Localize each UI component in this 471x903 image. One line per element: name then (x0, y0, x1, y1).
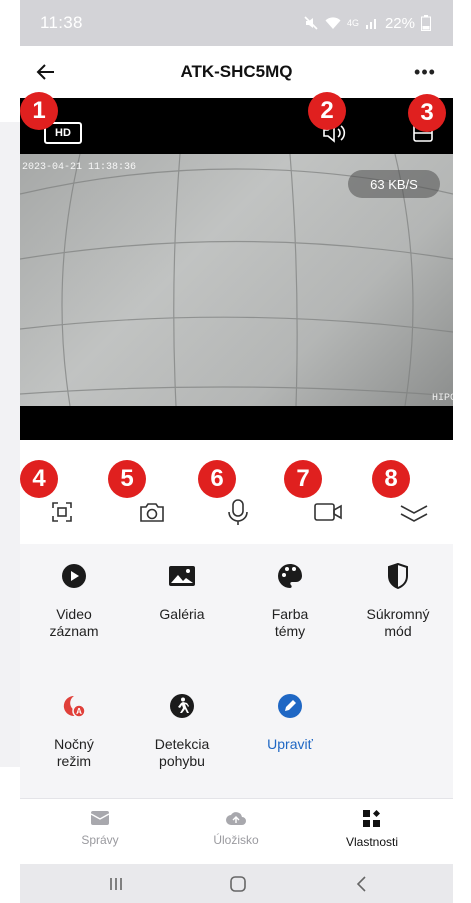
palette-icon (274, 560, 306, 592)
fullscreen-button[interactable] (42, 492, 82, 532)
marker-6: 6 (198, 460, 236, 498)
microphone-icon (228, 499, 248, 525)
wifi-icon (325, 16, 341, 30)
recent-apps-button[interactable] (104, 872, 128, 896)
feature-night-mode[interactable]: A Nočný režim (20, 690, 128, 770)
play-circle-icon (58, 560, 90, 592)
more-options-button[interactable]: ••• (411, 60, 439, 84)
privacy-icon (382, 560, 414, 592)
mute-icon (303, 15, 319, 31)
marker-5: 5 (108, 460, 146, 498)
snapshot-button[interactable] (132, 492, 172, 532)
phone-screen: 11:38 4G 22% ATK-SHC5MQ ••• HD 2023-04-2… (20, 0, 453, 903)
feature-video-recording[interactable]: Video záznam (20, 560, 128, 640)
tab-label: Vlastnosti (345, 835, 399, 849)
video-record-icon (314, 503, 342, 521)
messages-icon (90, 811, 110, 825)
feature-grid: Video záznam Galéria Farba témy Súkromný… (20, 544, 453, 796)
chevron-left-icon (356, 876, 366, 892)
properties-icon (363, 810, 380, 827)
app-bar: ATK-SHC5MQ ••• (20, 46, 453, 98)
battery-percent: 22% (384, 14, 415, 32)
collapse-icon (400, 505, 428, 522)
feature-label: Video záznam (49, 606, 99, 639)
feature-privacy-mode[interactable]: Súkromný mód (344, 560, 452, 640)
collapse-button[interactable] (394, 492, 434, 532)
motion-detection-icon (166, 690, 198, 722)
home-icon (230, 876, 246, 892)
system-navigation-bar (20, 864, 453, 903)
record-button[interactable] (308, 492, 348, 532)
night-mode-icon: A (58, 690, 90, 722)
tab-storage[interactable]: Úložisko (176, 809, 296, 847)
feature-label: Detekcia pohybu (154, 736, 210, 769)
feature-motion-detection[interactable]: Detekcia pohybu (128, 690, 236, 770)
feature-label: Farba témy (271, 606, 309, 639)
backdrop-panel (453, 0, 471, 903)
battery-icon (421, 15, 431, 31)
feature-edit[interactable]: Upraviť (236, 690, 344, 753)
status-icons: 4G 22% (303, 15, 431, 32)
marker-7: 7 (284, 460, 322, 498)
status-time: 11:38 (40, 13, 83, 32)
back-arrow-icon (36, 64, 54, 80)
home-button[interactable] (226, 872, 250, 896)
camera-watermark: HIPC (432, 393, 453, 404)
video-player[interactable]: HD 2023-04-21 11:38:36 63 KB/S HIP (20, 98, 453, 440)
tab-messages[interactable]: Správy (40, 809, 160, 847)
system-back-button[interactable] (350, 872, 374, 896)
tab-label: Správy (81, 833, 119, 847)
page-title: ATK-SHC5MQ (180, 62, 293, 81)
signal-icon (365, 16, 379, 30)
feature-label: Upraviť (267, 736, 313, 752)
fullscreen-icon (52, 502, 72, 522)
svg-text:A: A (76, 707, 82, 716)
edit-icon (274, 690, 306, 722)
marker-2: 2 (308, 92, 346, 130)
feature-label: Galéria (159, 606, 205, 622)
bottom-navigation: Správy Úložisko Vlastnosti (20, 798, 453, 864)
network-type: 4G (346, 18, 359, 28)
status-bar: 11:38 4G 22% (20, 0, 453, 46)
marker-4: 4 (20, 460, 58, 498)
talk-button[interactable] (218, 492, 258, 532)
feature-label: Nočný režim (54, 736, 94, 769)
recent-apps-icon (110, 878, 122, 890)
tab-label: Úložisko (213, 833, 259, 847)
feature-label: Súkromný mód (366, 606, 430, 639)
marker-1: 1 (20, 92, 58, 130)
camera-icon (140, 503, 164, 522)
video-timestamp: 2023-04-21 11:38:36 (22, 162, 137, 173)
cloud-storage-icon (226, 812, 246, 825)
backdrop-panel (0, 122, 20, 767)
back-button[interactable] (32, 58, 60, 86)
feature-theme-color[interactable]: Farba témy (236, 560, 344, 640)
tab-properties[interactable]: Vlastnosti (312, 809, 432, 849)
marker-8: 8 (372, 460, 410, 498)
bitrate-badge: 63 KB/S (348, 170, 440, 198)
marker-3: 3 (408, 94, 446, 132)
feature-gallery[interactable]: Galéria (128, 560, 236, 623)
gallery-icon (166, 560, 198, 592)
